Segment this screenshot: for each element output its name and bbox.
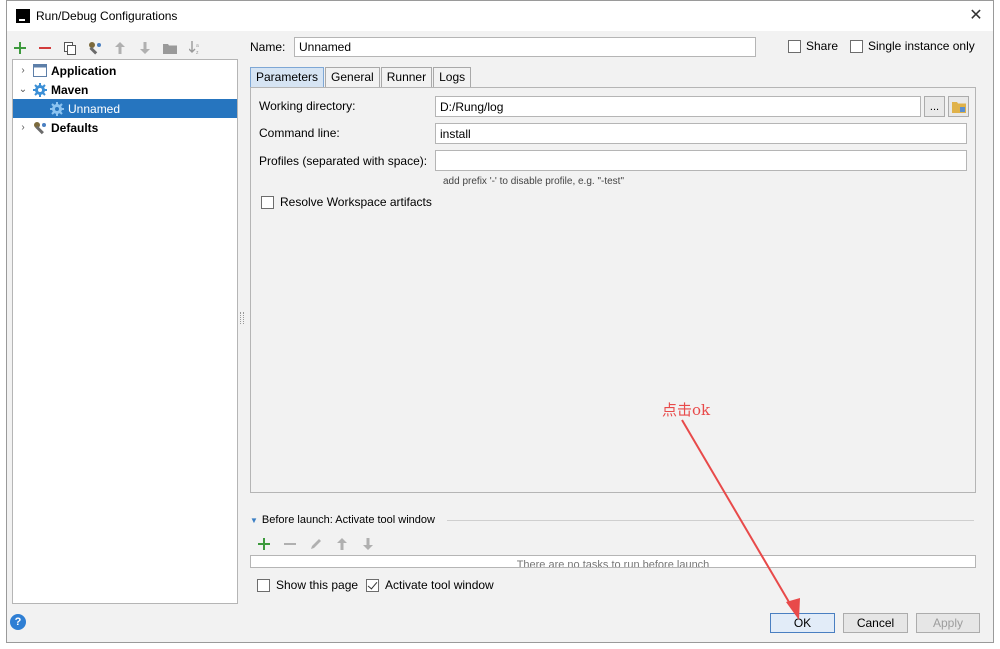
window-title: Run/Debug Configurations (36, 9, 178, 23)
add-icon[interactable] (12, 40, 28, 56)
triangle-down-icon: ▼ (250, 515, 258, 525)
tree-item-application[interactable]: › Application (13, 61, 237, 80)
tab-parameters[interactable]: Parameters (250, 67, 325, 88)
tree-item-defaults[interactable]: › Defaults (13, 118, 237, 137)
show-page-checkbox[interactable] (257, 578, 270, 592)
show-page-label: Show this page (276, 578, 359, 592)
remove-task-icon[interactable] (282, 536, 298, 552)
activate-tool-window-option[interactable]: Activate tool window (366, 578, 494, 592)
parameters-panel: Working directory: ... Command line: Pro… (250, 87, 976, 493)
single-instance-option[interactable]: Single instance only (850, 39, 975, 53)
annotation-text: 点击ok (662, 401, 711, 419)
ok-button[interactable]: OK (770, 613, 835, 633)
working-directory-input[interactable] (435, 96, 921, 117)
profiles-hint: add prefix '-' to disable profile, e.g. … (443, 176, 625, 187)
tree-item-unnamed[interactable]: Unnamed (13, 99, 237, 118)
profiles-input[interactable] (435, 150, 967, 171)
folder-icon (951, 101, 966, 113)
before-launch-task-list: There are no tasks to run before launch (250, 555, 976, 568)
single-instance-label: Single instance only (868, 39, 975, 53)
chevron-down-icon[interactable]: ⌄ (17, 84, 29, 95)
splitter-handle[interactable] (240, 312, 244, 324)
command-line-label: Command line: (259, 126, 340, 140)
tree-item-label: Unnamed (68, 101, 121, 116)
empty-tasks-text: There are no tasks to run before launch (516, 559, 710, 568)
before-launch-header[interactable]: ▼ Before launch: Activate tool window (250, 514, 435, 526)
edit-task-icon[interactable] (308, 536, 324, 552)
resolve-workspace-option[interactable]: Resolve Workspace artifacts (261, 195, 432, 209)
tree-item-label: Defaults (51, 120, 99, 135)
remove-icon[interactable] (37, 40, 53, 56)
tree-item-label: Application (51, 63, 117, 78)
wrench-icon[interactable] (87, 40, 103, 56)
application-icon (32, 63, 48, 79)
maven-config-icon (49, 101, 65, 117)
intellij-icon (16, 9, 30, 23)
resolve-workspace-checkbox[interactable] (261, 195, 274, 209)
activate-tool-window-label: Activate tool window (385, 578, 494, 592)
share-checkbox[interactable] (788, 39, 801, 53)
folder-icon[interactable] (162, 40, 178, 56)
browse-button[interactable]: ... (924, 96, 945, 117)
name-input[interactable] (294, 37, 756, 57)
move-up-icon[interactable] (112, 40, 128, 56)
working-directory-label: Working directory: (259, 99, 356, 113)
svg-text:z: z (196, 50, 199, 55)
share-option[interactable]: Share (788, 39, 838, 53)
tab-runner[interactable]: Runner (380, 67, 433, 88)
help-icon[interactable]: ? (10, 614, 26, 630)
tree-item-maven[interactable]: ⌄ Maven (13, 80, 237, 99)
single-instance-checkbox[interactable] (850, 39, 863, 53)
sort-icon[interactable]: az (187, 40, 203, 56)
show-page-option[interactable]: Show this page (257, 578, 358, 592)
copy-icon[interactable] (62, 40, 78, 56)
config-tree: › Application ⌄ Maven Unnamed › Defaults (12, 59, 238, 604)
tab-logs[interactable]: Logs (433, 67, 472, 88)
move-down-icon[interactable] (360, 536, 376, 552)
tree-item-label: Maven (51, 82, 89, 97)
wrench-icon (32, 120, 48, 136)
activate-tool-window-checkbox[interactable] (366, 578, 379, 592)
tab-general[interactable]: General (325, 67, 380, 88)
move-up-icon[interactable] (334, 536, 350, 552)
before-launch-title: Before launch: Activate tool window (261, 514, 435, 526)
cancel-button[interactable]: Cancel (843, 613, 908, 633)
profiles-label: Profiles (separated with space): (259, 154, 428, 168)
close-icon[interactable]: ✕ (967, 7, 985, 25)
name-label: Name: (250, 40, 286, 54)
before-launch-toolbar (256, 536, 376, 552)
add-task-icon[interactable] (256, 536, 272, 552)
config-toolbar: az (12, 38, 203, 58)
divider (447, 520, 974, 521)
folder-browse-button[interactable] (948, 96, 969, 117)
title-bar: Run/Debug Configurations ✕ (7, 1, 993, 31)
svg-text:a: a (196, 43, 199, 49)
maven-gear-icon (32, 82, 48, 98)
share-label: Share (806, 39, 839, 53)
command-line-input[interactable] (435, 123, 967, 144)
chevron-right-icon[interactable]: › (17, 122, 29, 133)
apply-button[interactable]: Apply (916, 613, 980, 633)
chevron-right-icon[interactable]: › (17, 65, 29, 76)
config-tabs: Parameters General Runner Logs (250, 67, 472, 88)
move-down-icon[interactable] (137, 40, 153, 56)
resolve-workspace-label: Resolve Workspace artifacts (280, 195, 432, 209)
